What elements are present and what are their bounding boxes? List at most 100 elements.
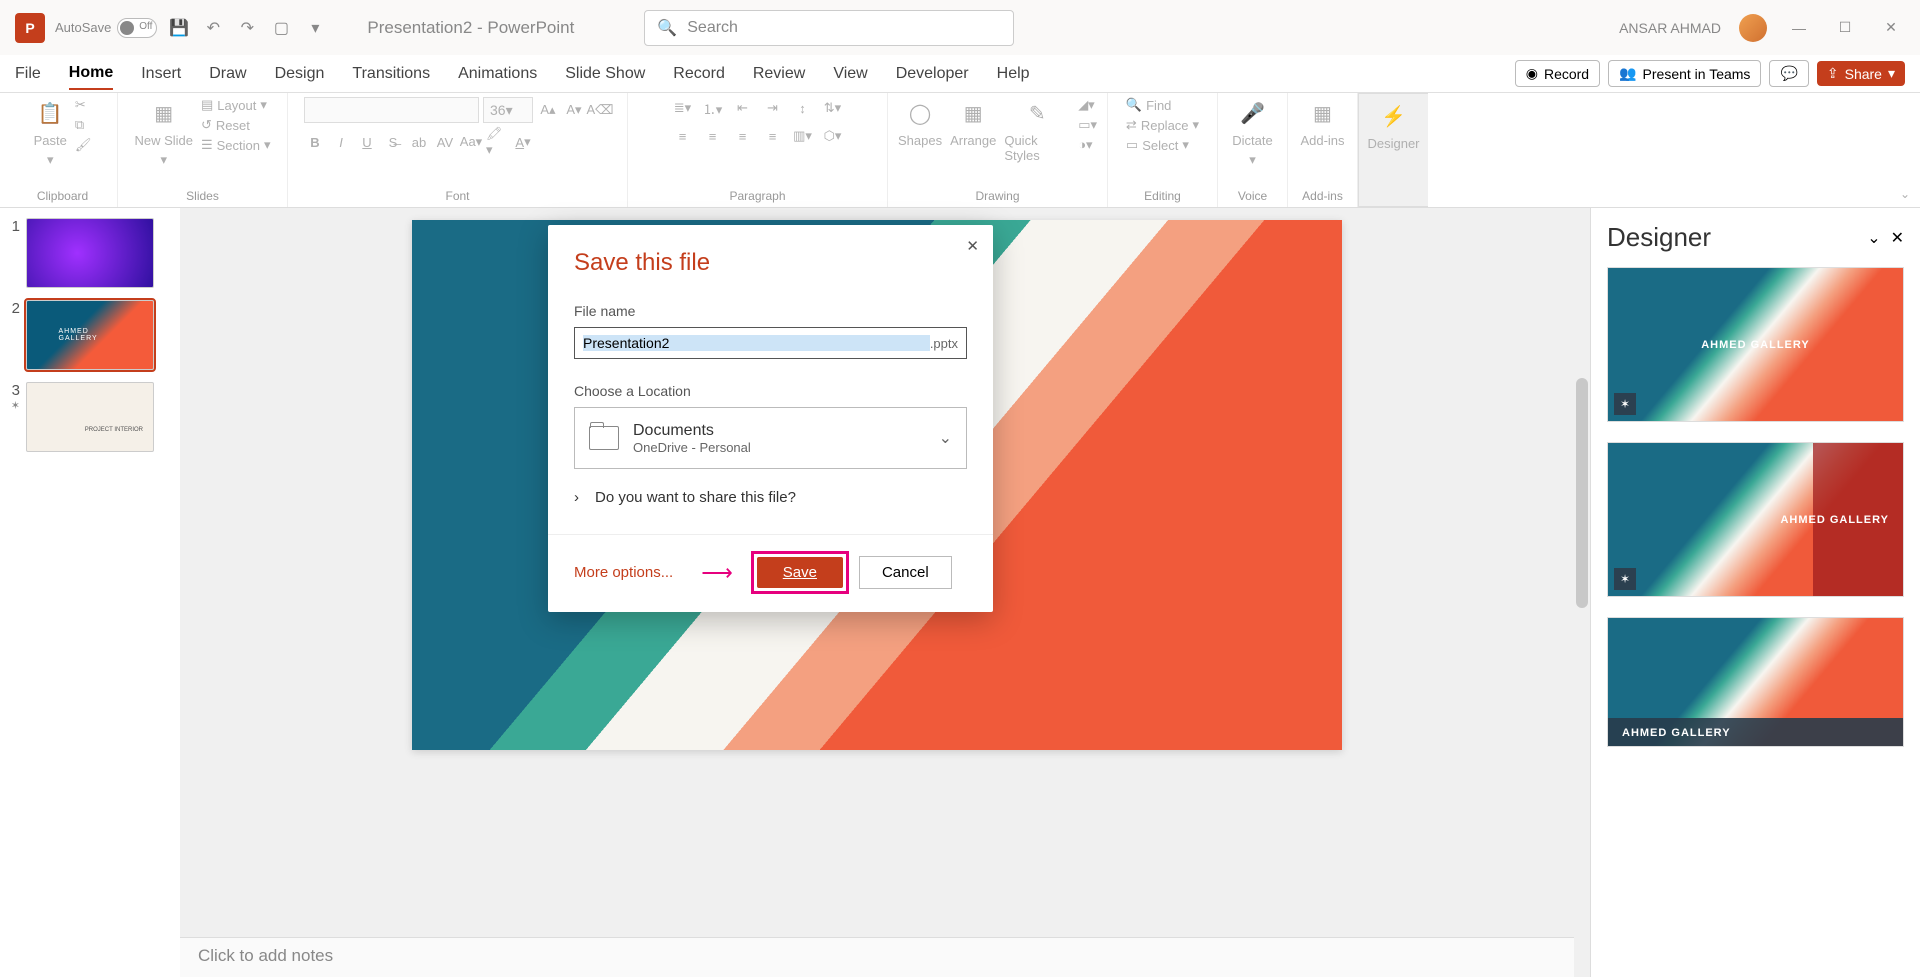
location-picker[interactable]: Documents OneDrive - Personal ⌄	[574, 407, 967, 469]
layout-button[interactable]: ▤ Layout ▾	[201, 97, 271, 113]
tab-transitions[interactable]: Transitions	[352, 59, 430, 89]
section-button[interactable]: ☰ Section ▾	[201, 137, 271, 153]
font-family-combo[interactable]	[304, 97, 479, 123]
save-button[interactable]: Save	[757, 557, 843, 588]
case-button[interactable]: Aa▾	[460, 131, 482, 153]
copy-button[interactable]: ⧉	[75, 117, 92, 133]
shapes-button[interactable]: ◯Shapes	[898, 97, 942, 148]
design-suggestion-2[interactable]: AHMED GALLERY ✶	[1607, 442, 1904, 597]
italic-button[interactable]: I	[330, 131, 352, 153]
chevron-down-icon[interactable]: ⌄	[1867, 228, 1880, 248]
format-painter-button[interactable]: 🖌	[75, 137, 92, 153]
close-dialog-icon[interactable]: ✕	[966, 237, 979, 255]
tab-record[interactable]: Record	[673, 59, 725, 89]
replace-button[interactable]: ⇄ Replace ▾	[1126, 117, 1199, 133]
align-right-icon[interactable]: ≡	[732, 125, 754, 147]
indent-inc-icon[interactable]: ⇥	[762, 97, 784, 119]
font-size-combo[interactable]: 36▾	[483, 97, 533, 123]
select-button[interactable]: ▭ Select ▾	[1126, 137, 1199, 153]
tab-draw[interactable]: Draw	[209, 59, 246, 89]
arrange-button[interactable]: ▦Arrange	[950, 97, 996, 148]
spacing-button[interactable]: AV	[434, 131, 456, 153]
user-name[interactable]: ANSAR AHMAD	[1619, 20, 1721, 36]
qat-more-icon[interactable]: ▾	[303, 18, 327, 38]
tab-file[interactable]: File	[15, 59, 41, 89]
bold-button[interactable]: B	[304, 131, 326, 153]
minimize-icon[interactable]: —	[1785, 20, 1813, 36]
collapse-ribbon-icon[interactable]: ⌄	[1900, 187, 1910, 201]
strike-button[interactable]: S̶	[382, 131, 404, 153]
tab-slideshow[interactable]: Slide Show	[565, 59, 645, 89]
file-extension[interactable]: .pptx	[930, 336, 958, 351]
tab-view[interactable]: View	[833, 59, 867, 89]
dictate-button[interactable]: 🎤Dictate▾	[1232, 97, 1272, 168]
bullets-icon[interactable]: ≣▾	[672, 97, 694, 119]
vertical-scrollbar[interactable]	[1574, 208, 1590, 977]
decrease-font-icon[interactable]: A▾	[563, 99, 585, 121]
justify-icon[interactable]: ≡	[762, 125, 784, 147]
more-options-link[interactable]: More options...	[574, 564, 673, 581]
tab-home[interactable]: Home	[69, 58, 113, 90]
tab-help[interactable]: Help	[997, 59, 1030, 89]
comments-button[interactable]: 💬	[1769, 60, 1808, 87]
thumbnail-row[interactable]: 1	[6, 218, 174, 288]
present-teams-button[interactable]: 👥 Present in Teams	[1608, 60, 1761, 87]
slideshow-icon[interactable]: ▢	[269, 18, 293, 38]
new-slide-button[interactable]: ▦New Slide▾	[134, 97, 193, 168]
slide-thumbnail-3[interactable]: PROJECT INTERIOR	[26, 382, 154, 452]
tab-review[interactable]: Review	[753, 59, 805, 89]
toggle-off-icon[interactable]	[117, 18, 157, 38]
slide-thumbnail-2[interactable]: AHMED GALLERY	[26, 300, 154, 370]
filename-input[interactable]	[583, 335, 930, 351]
columns-icon[interactable]: ▥▾	[792, 125, 814, 147]
design-suggestion-1[interactable]: AHMED GALLERY ✶	[1607, 267, 1904, 422]
close-pane-icon[interactable]: ✕	[1891, 228, 1904, 248]
addins-button[interactable]: ▦Add-ins	[1300, 97, 1344, 148]
shape-effects-button[interactable]: ◑▾	[1078, 137, 1097, 153]
shape-fill-button[interactable]: ◢▾	[1078, 97, 1097, 113]
slide-thumbnail-1[interactable]	[26, 218, 154, 288]
maximize-icon[interactable]: ☐	[1831, 19, 1859, 36]
find-button[interactable]: 🔍 Find	[1126, 97, 1199, 113]
autosave-toggle[interactable]: AutoSave	[55, 18, 157, 38]
undo-icon[interactable]: ↶	[201, 18, 225, 38]
share-expander[interactable]: › Do you want to share this file?	[574, 489, 967, 506]
filename-field[interactable]: .pptx	[574, 327, 967, 359]
notes-input[interactable]: Click to add notes	[180, 937, 1574, 977]
quick-styles-button[interactable]: ✎Quick Styles	[1004, 97, 1070, 163]
align-center-icon[interactable]: ≡	[702, 125, 724, 147]
search-input[interactable]: 🔍 Search	[644, 10, 1014, 46]
redo-icon[interactable]: ↷	[235, 18, 259, 38]
share-button[interactable]: ⇪ Share ▾	[1817, 61, 1905, 86]
indent-dec-icon[interactable]: ⇤	[732, 97, 754, 119]
clear-format-icon[interactable]: A⌫	[589, 99, 611, 121]
thumbnail-row[interactable]: 3 ✶ PROJECT INTERIOR	[6, 382, 174, 452]
tab-design[interactable]: Design	[275, 59, 325, 89]
smartart-icon[interactable]: ⬡▾	[822, 125, 844, 147]
scroll-thumb[interactable]	[1576, 378, 1588, 608]
tab-insert[interactable]: Insert	[141, 59, 181, 89]
designer-button[interactable]: ⚡Designer	[1367, 100, 1419, 151]
close-icon[interactable]: ✕	[1877, 19, 1905, 36]
numbering-icon[interactable]: ⒈▾	[702, 97, 724, 119]
save-icon[interactable]: 💾	[167, 18, 191, 38]
tab-animations[interactable]: Animations	[458, 59, 537, 89]
align-left-icon[interactable]: ≡	[672, 125, 694, 147]
record-button[interactable]: ◉ Record	[1515, 60, 1600, 87]
cut-button[interactable]: ✂	[75, 97, 92, 113]
increase-font-icon[interactable]: A▴	[537, 99, 559, 121]
font-color-button[interactable]: A▾	[512, 131, 534, 153]
avatar[interactable]	[1739, 14, 1767, 42]
tab-developer[interactable]: Developer	[896, 59, 969, 89]
line-spacing-icon[interactable]: ↕	[792, 97, 814, 119]
shadow-button[interactable]: ab	[408, 131, 430, 153]
thumbnail-row[interactable]: 2 AHMED GALLERY	[6, 300, 174, 370]
paste-button[interactable]: 📋Paste▾	[34, 97, 67, 168]
highlight-button[interactable]: 🖍▾	[486, 131, 508, 153]
text-direction-icon[interactable]: ⇅▾	[822, 97, 844, 119]
design-suggestion-3[interactable]: AHMED GALLERY	[1607, 617, 1904, 747]
shape-outline-button[interactable]: ▭▾	[1078, 117, 1097, 133]
reset-button[interactable]: ↺ Reset	[201, 117, 271, 133]
cancel-button[interactable]: Cancel	[859, 556, 952, 589]
underline-button[interactable]: U	[356, 131, 378, 153]
